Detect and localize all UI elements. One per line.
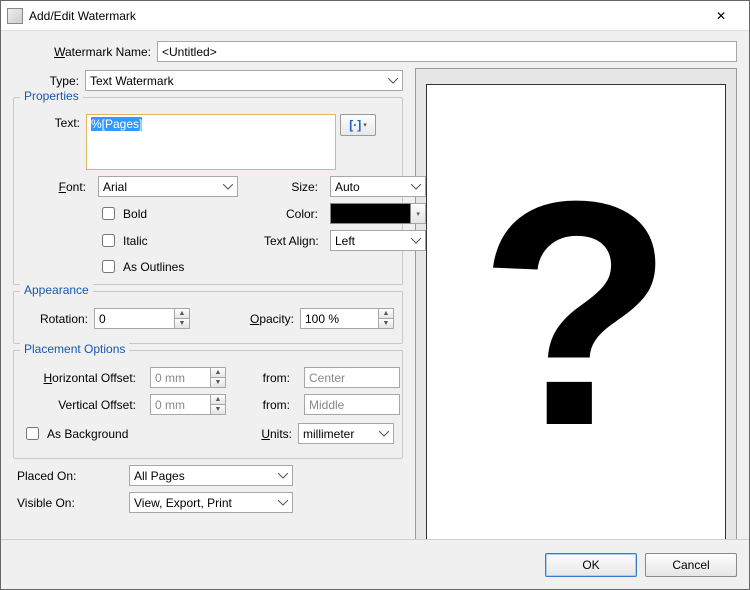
properties-fieldset: Properties Text: %[Pages] [·] ▾ Font: <box>13 97 403 285</box>
bold-checkbox-row: Bold <box>98 204 258 223</box>
units-label: Units: <box>252 427 298 441</box>
spinner-up-icon[interactable]: ▲ <box>210 367 226 377</box>
preview-placeholder-icon: ? <box>478 153 673 473</box>
placement-fieldset: Placement Options Horizontal Offset: ▲▼ … <box>13 350 403 459</box>
spinner-down-icon[interactable]: ▼ <box>174 318 190 329</box>
voffset-label: Vertical Offset: <box>22 398 142 412</box>
rotation-spinner[interactable]: ▲▼ <box>94 308 190 329</box>
rotation-input[interactable] <box>94 308 174 329</box>
dialog-footer: OK Cancel <box>1 539 749 589</box>
as-background-checkbox[interactable] <box>26 427 39 440</box>
as-background-row: As Background <box>22 424 128 443</box>
type-label: Type: <box>13 74 85 88</box>
appearance-legend: Appearance <box>20 283 93 297</box>
text-align-select[interactable]: Left <box>330 230 426 251</box>
properties-legend: Properties <box>20 89 83 103</box>
spinner-down-icon[interactable]: ▼ <box>378 318 394 329</box>
placed-on-label: Placed On: <box>13 469 129 483</box>
chevron-down-icon: ▾ <box>363 121 367 129</box>
size-select[interactable]: Auto <box>330 176 426 197</box>
macro-icon: [·] <box>349 118 361 132</box>
text-input[interactable]: %[Pages] <box>86 114 336 170</box>
client-area: Watermark Name: Type: Text Watermark Pro… <box>1 31 749 539</box>
visible-on-label: Visible On: <box>13 496 129 510</box>
hfrom-select[interactable]: Center <box>304 367 400 388</box>
bold-checkbox[interactable] <box>102 207 115 220</box>
size-label: Size: <box>264 180 324 194</box>
voffset-input[interactable] <box>150 394 210 415</box>
type-select[interactable]: Text Watermark <box>85 70 403 91</box>
vfrom-label: from: <box>256 398 296 412</box>
hoffset-input[interactable] <box>150 367 210 388</box>
placed-on-select[interactable]: All Pages <box>129 465 293 486</box>
spinner-up-icon[interactable]: ▲ <box>174 308 190 318</box>
appearance-fieldset: Appearance Rotation: ▲▼ Opacity: ▲▼ <box>13 291 403 344</box>
voffset-spinner[interactable]: ▲▼ <box>150 394 248 415</box>
placement-legend: Placement Options <box>20 342 129 356</box>
italic-checkbox-row: Italic <box>98 231 258 250</box>
opacity-input[interactable] <box>300 308 378 329</box>
spinner-up-icon[interactable]: ▲ <box>210 394 226 404</box>
vfrom-select[interactable]: Middle <box>304 394 400 415</box>
units-select[interactable]: millimeter <box>298 423 394 444</box>
color-swatch <box>330 203 411 224</box>
rotation-label: Rotation: <box>22 312 94 326</box>
macro-button[interactable]: [·] ▾ <box>340 114 376 136</box>
close-icon: ✕ <box>716 9 726 23</box>
outlines-checkbox[interactable] <box>102 260 115 273</box>
close-button[interactable]: ✕ <box>699 2 743 30</box>
color-picker[interactable]: ▾ <box>330 203 426 224</box>
visible-on-select[interactable]: View, Export, Print <box>129 492 293 513</box>
outlines-checkbox-row: As Outlines <box>98 257 258 276</box>
watermark-name-input[interactable] <box>157 41 737 62</box>
text-label: Text: <box>22 114 86 130</box>
watermark-name-label: Watermark Name: <box>13 45 157 59</box>
color-label: Color: <box>264 207 324 221</box>
titlebar: Add/Edit Watermark ✕ <box>1 1 749 31</box>
opacity-label: Opacity: <box>240 312 300 326</box>
hoffset-label: Horizontal Offset: <box>22 371 142 385</box>
preview-page: ? <box>426 84 726 542</box>
watermark-name-row: Watermark Name: <box>13 41 737 62</box>
spinner-up-icon[interactable]: ▲ <box>378 308 394 318</box>
bold-label: Bold <box>123 207 147 221</box>
hoffset-spinner[interactable]: ▲▼ <box>150 367 248 388</box>
spinner-down-icon[interactable]: ▼ <box>210 404 226 415</box>
outlines-label: As Outlines <box>123 260 184 274</box>
italic-checkbox[interactable] <box>102 234 115 247</box>
text-align-label: Text Align: <box>264 234 324 248</box>
chevron-down-icon[interactable]: ▾ <box>411 203 426 224</box>
opacity-spinner[interactable]: ▲▼ <box>300 308 394 329</box>
hfrom-label: from: <box>256 371 296 385</box>
italic-label: Italic <box>123 234 148 248</box>
dialog-window: Add/Edit Watermark ✕ Watermark Name: Typ… <box>0 0 750 590</box>
spinner-down-icon[interactable]: ▼ <box>210 377 226 388</box>
type-row: Type: Text Watermark <box>13 70 403 91</box>
font-select[interactable]: Arial <box>98 176 238 197</box>
font-label: Font: <box>22 180 92 194</box>
as-background-label: As Background <box>47 427 128 441</box>
cancel-button[interactable]: Cancel <box>645 553 737 577</box>
app-icon <box>7 8 23 24</box>
window-title: Add/Edit Watermark <box>29 9 699 23</box>
ok-button[interactable]: OK <box>545 553 637 577</box>
preview-pane: ? <box>415 68 737 558</box>
